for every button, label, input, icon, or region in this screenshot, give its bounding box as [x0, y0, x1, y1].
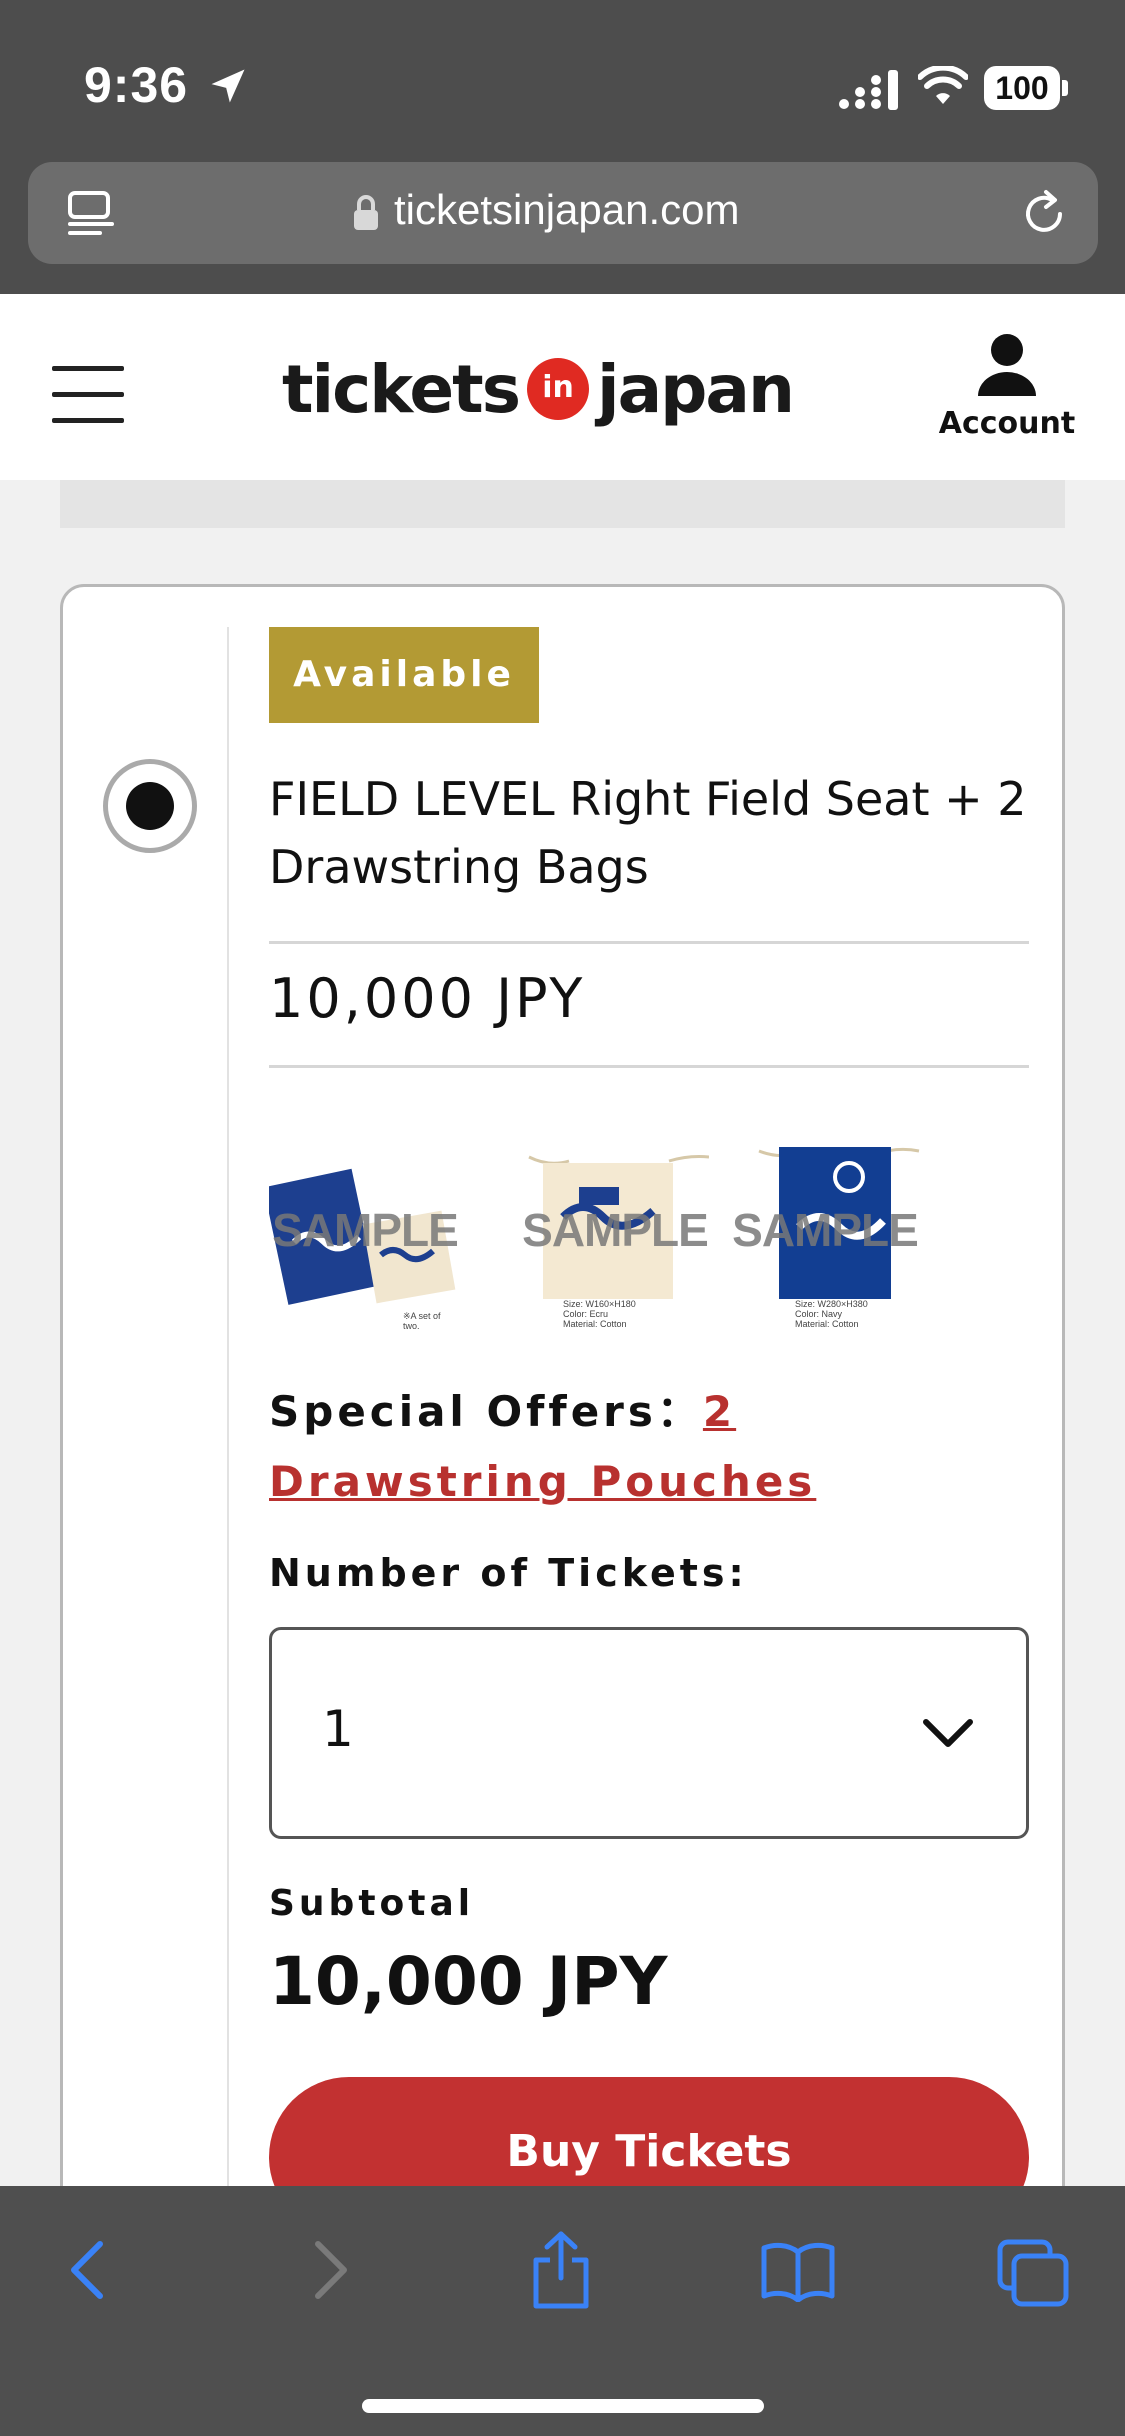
- card-divider: [227, 627, 229, 2327]
- product-thumbnails: SAMPLE ※A set of two. SAMPLE Size: W160×…: [263, 1135, 1029, 1347]
- grey-strip: [60, 480, 1065, 528]
- quantity-select[interactable]: 1: [269, 1627, 1029, 1839]
- home-indicator: [362, 2399, 764, 2413]
- wifi-icon: [918, 66, 968, 104]
- radio-selected-dot: [126, 782, 174, 830]
- user-icon: [978, 334, 1036, 396]
- account-button[interactable]: Account: [932, 332, 1082, 441]
- ticket-title: FIELD LEVEL Right Field Seat + 2 Drawstr…: [269, 772, 1027, 894]
- account-label: Account: [938, 406, 1076, 441]
- availability-badge: Available: [269, 627, 539, 723]
- tabs-icon[interactable]: [996, 2238, 1070, 2308]
- thumbnail-caption: Size: W160×H180 Color: Ecru Material: Co…: [563, 1299, 636, 1329]
- ticket-option-card[interactable]: Available FIELD LEVEL Right Field Seat +…: [60, 584, 1065, 2327]
- browser-toolbar: [0, 2186, 1125, 2436]
- reader-mode-icon[interactable]: [64, 190, 118, 238]
- lock-icon: [354, 195, 378, 230]
- thumbnail-set-of-two[interactable]: SAMPLE ※A set of two.: [263, 1147, 459, 1347]
- special-offers-label: Special Offers：: [269, 1387, 703, 1436]
- share-icon[interactable]: [528, 2230, 594, 2310]
- quantity-value: 1: [322, 1700, 354, 1758]
- logo-in-badge: in: [527, 358, 590, 420]
- url-text[interactable]: ticketsinjapan.com: [394, 186, 740, 234]
- divider: [269, 1065, 1029, 1068]
- ticket-price: 10,000 JPY: [269, 967, 586, 1030]
- battery-level: 100: [984, 66, 1060, 110]
- forward-icon[interactable]: [308, 2238, 354, 2302]
- bookmarks-icon[interactable]: [760, 2238, 836, 2302]
- ticket-radio-button[interactable]: [103, 759, 197, 853]
- special-offers: Special Offers：2 Drawstring Pouches: [269, 1377, 1029, 1517]
- divider: [269, 941, 1029, 944]
- sample-watermark: SAMPLE: [522, 1204, 709, 1256]
- subtotal-value: 10,000 JPY: [269, 1943, 668, 2020]
- site-header: tickets in japan Account: [0, 294, 1125, 480]
- back-icon[interactable]: [64, 2238, 110, 2302]
- battery-icon: 100: [984, 66, 1068, 110]
- logo-text-tickets: tickets: [282, 350, 521, 428]
- subtotal-label: Subtotal: [269, 1883, 475, 1924]
- quantity-label: Number of Tickets:: [269, 1551, 748, 1595]
- thumbnail-ecru-bag[interactable]: SAMPLE Size: W160×H180 Color: Ecru Mater…: [519, 1147, 710, 1347]
- site-logo[interactable]: tickets in japan: [282, 344, 795, 434]
- sample-watermark: SAMPLE: [732, 1204, 919, 1256]
- sample-watermark: SAMPLE: [272, 1204, 459, 1256]
- browser-chrome-top: 9:36 100 ticketsinjapan.com: [0, 0, 1125, 294]
- status-time: 9:36: [84, 57, 189, 113]
- cellular-signal-icon: [839, 70, 898, 110]
- chevron-down-icon: [923, 1719, 973, 1747]
- menu-icon[interactable]: [52, 366, 124, 423]
- thumbnail-caption: Size: W280×H380 Color: Navy Material: Co…: [795, 1299, 868, 1329]
- address-bar[interactable]: ticketsinjapan.com: [28, 162, 1098, 264]
- logo-text-japan: japan: [597, 350, 795, 428]
- reload-icon[interactable]: [1018, 188, 1070, 240]
- thumbnail-caption: ※A set of two.: [403, 1311, 441, 1331]
- thumbnail-navy-bag[interactable]: SAMPLE Size: W280×H380 Color: Navy Mater…: [732, 1135, 939, 1347]
- location-arrow-icon: [211, 69, 245, 103]
